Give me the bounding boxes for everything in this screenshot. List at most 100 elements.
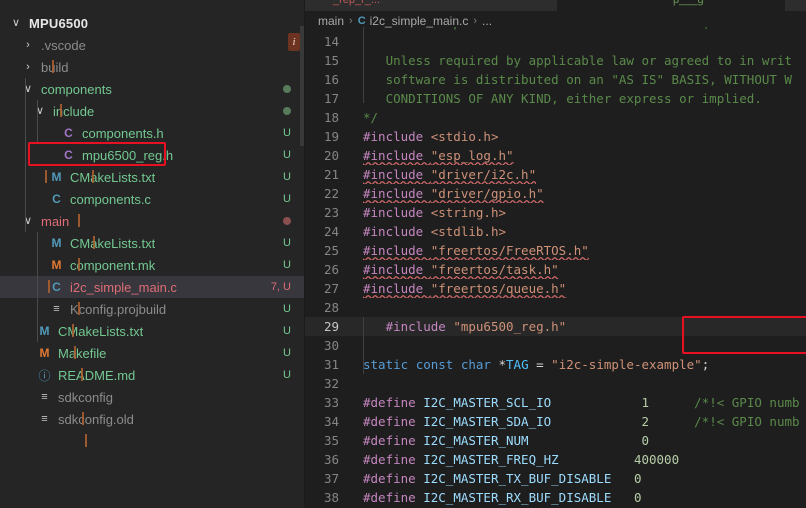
tree-item-component-mk[interactable]: Mcomponent.mk U — [0, 254, 305, 276]
line-number: 17 — [323, 91, 339, 106]
code-line-text: Unless required by applicable law or agr… — [363, 53, 792, 68]
code-line[interactable]: 35 #define I2C_MASTER_NUM 0 — [305, 431, 806, 450]
code-line-text: static const char *TAG = "i2c-simple-exa… — [363, 357, 710, 372]
breadcrumb-file[interactable]: i2c_simple_main.c — [370, 14, 469, 28]
code-line[interactable]: 19 #include <stdio.h> — [305, 127, 806, 146]
chevron-down-icon[interactable]: ∨ — [20, 83, 36, 95]
tree-item-readme-md[interactable]: ⓘ README.md U — [0, 364, 305, 386]
tree-item-components[interactable]: ∨ components — [0, 78, 305, 100]
breadcrumb-folder[interactable]: main — [318, 14, 344, 28]
line-number: 33 — [323, 395, 339, 410]
code-line-text: #include <string.h> — [363, 205, 506, 220]
code-line[interactable]: 34 #define I2C_MASTER_SDA_IO 2 /*!< GPIO … — [305, 412, 806, 431]
code-line-text: #define I2C_MASTER_SDA_IO 2 /*!< GPIO nu… — [363, 414, 800, 429]
file-type-icon: C — [64, 148, 73, 162]
code-line-text: #include "freertos/task.h" — [363, 262, 559, 277]
chevron-right-icon: › — [349, 14, 353, 27]
chevron-down-icon[interactable]: ∨ — [8, 17, 24, 29]
git-status-badge: U — [283, 303, 291, 315]
code-line[interactable]: 14 — [305, 32, 806, 51]
code-line[interactable]: 33 #define I2C_MASTER_SCL_IO 1 /*!< GPIO … — [305, 393, 806, 412]
editor-tab-3[interactable] — [785, 0, 806, 11]
tree-item-makefile[interactable]: M Makefile U — [0, 342, 305, 364]
tree-item-sdkconfig-old[interactable]: ≡ sdkconfig.old — [0, 408, 305, 430]
git-status-badge: U — [283, 171, 291, 183]
tree-item-label: components.c — [70, 191, 151, 207]
chevron-down-icon[interactable]: ∨ — [32, 105, 48, 117]
tree-item--vscode[interactable]: › .vscode — [0, 34, 305, 56]
code-line[interactable]: 20 #include "esp_log.h" — [305, 146, 806, 165]
explorer-sidebar[interactable]: ∨ MPU6500 › .vscode › build ∨ components ∨ includ… — [0, 0, 305, 508]
code-lines[interactable]: 13 This example code is in the Public Do… — [305, 27, 806, 507]
code-line[interactable]: 30 — [305, 336, 806, 355]
code-line[interactable]: 16 software is distributed on an "AS IS"… — [305, 70, 806, 89]
tree-item-i2c-simple-main-c[interactable]: Ci2c_simple_main.c 7, U — [0, 276, 305, 298]
code-line[interactable]: 17 CONDITIONS OF ANY KIND, either expres… — [305, 89, 806, 108]
editor-tab-1[interactable]: _rep_r_... — [305, 0, 557, 11]
tree-item-components-c[interactable]: Ccomponents.c U — [0, 188, 305, 210]
code-line[interactable]: 22 #include "driver/gpio.h" — [305, 184, 806, 203]
code-line[interactable]: 32 — [305, 374, 806, 393]
code-line-text: #include "mpu6500_reg.h" — [363, 319, 567, 334]
code-line[interactable]: 25 #include "freertos/FreeRTOS.h" — [305, 241, 806, 260]
code-line[interactable]: 23 #include <string.h> — [305, 203, 806, 222]
code-line-text: #define I2C_MASTER_RX_BUF_DISABLE 0 — [363, 490, 642, 505]
code-line[interactable]: 28 — [305, 298, 806, 317]
git-status-badge: U — [283, 325, 291, 337]
file-type-icon: M — [51, 258, 62, 272]
file-type-icon: ≡ — [41, 413, 48, 425]
code-line[interactable]: 29 #include "mpu6500_reg.h" — [305, 317, 806, 336]
code-line[interactable]: 38 #define I2C_MASTER_RX_BUF_DISABLE 0 — [305, 488, 806, 507]
chevron-right-icon[interactable]: › — [20, 61, 36, 73]
tree-item-components-h[interactable]: Ccomponents.h U — [0, 122, 305, 144]
line-number: 32 — [323, 376, 339, 391]
code-line[interactable]: 18 */ — [305, 108, 806, 127]
code-line[interactable]: 31 static const char *TAG = "i2c-simple-e… — [305, 355, 806, 374]
text-caret-mark — [85, 434, 87, 447]
tree-item-cmakelists-txt[interactable]: M CMakeLists.txt U — [0, 320, 305, 342]
code-line[interactable]: 37 #define I2C_MASTER_TX_BUF_DISABLE 0 — [305, 469, 806, 488]
code-line[interactable]: 21 #include "driver/i2c.h" — [305, 165, 806, 184]
code-line[interactable]: 24 #include <stdlib.h> — [305, 222, 806, 241]
git-status-badge: U — [283, 127, 291, 139]
tree-item-sdkconfig[interactable]: ≡ sdkconfig — [0, 386, 305, 408]
code-line[interactable]: 36 #define I2C_MASTER_FREQ_HZ 400000 — [305, 450, 806, 469]
code-line[interactable]: 15 Unless required by applicable law or … — [305, 51, 806, 70]
tree-item-label: component.mk — [70, 257, 156, 273]
text-caret-mark — [78, 302, 80, 315]
tree-item-mpu6500[interactable]: ∨ MPU6500 — [0, 12, 305, 34]
tree-indent-guide — [37, 232, 38, 342]
code-line-text: #include <stdlib.h> — [363, 224, 506, 239]
tree-item-kconfig-projbuild[interactable]: ≡ Kconfig.projbuild U — [0, 298, 305, 320]
editor-tab-strip[interactable]: _rep_r_... p___g — [305, 0, 806, 11]
tree-item-build[interactable]: › build — [0, 56, 305, 78]
git-status-badge: U — [283, 193, 291, 205]
chevron-down-icon[interactable]: ∨ — [20, 215, 36, 227]
chevron-right-icon[interactable]: › — [20, 39, 36, 51]
tree-item-include[interactable]: ∨ include — [0, 100, 305, 122]
text-caret-mark — [72, 324, 74, 337]
tree-item-mpu6500-reg-h[interactable]: Cmpu6500_reg.h U — [0, 144, 305, 166]
line-number: 36 — [323, 452, 339, 467]
code-line-text: CONDITIONS OF ANY KIND, either express o… — [363, 91, 762, 106]
code-line[interactable]: 27 #include "freertos/queue.h" — [305, 279, 806, 298]
editor-area[interactable]: _rep_r_... p___g main › C i2c_simple_mai… — [305, 0, 806, 508]
info-badge[interactable]: i — [288, 33, 300, 51]
vscode-window: ∨ MPU6500 › .vscode › build ∨ components ∨ includ… — [0, 0, 806, 508]
tree-item-label: Kconfig.projbuild — [70, 301, 167, 317]
code-editor[interactable]: 13 This example code is in the Public Do… — [305, 27, 806, 508]
line-number: 28 — [323, 300, 339, 315]
code-line[interactable]: 26 #include "freertos/task.h" — [305, 260, 806, 279]
code-line-text: #define I2C_MASTER_FREQ_HZ 400000 — [363, 452, 680, 467]
line-number: 34 — [323, 414, 339, 429]
tree-item-main[interactable]: ∨ main — [0, 210, 305, 232]
code-line-text: #include "driver/i2c.h" — [363, 167, 537, 182]
line-number: 23 — [323, 205, 339, 220]
breadcrumb-symbol[interactable]: ... — [482, 14, 492, 28]
line-number: 21 — [323, 167, 339, 182]
tree-item-cmakelists-txt[interactable]: M CMakeLists.txt U — [0, 232, 305, 254]
tree-item-label: build — [41, 59, 69, 75]
file-type-icon: C — [52, 192, 61, 206]
editor-tab-2[interactable]: p___g — [557, 0, 785, 11]
